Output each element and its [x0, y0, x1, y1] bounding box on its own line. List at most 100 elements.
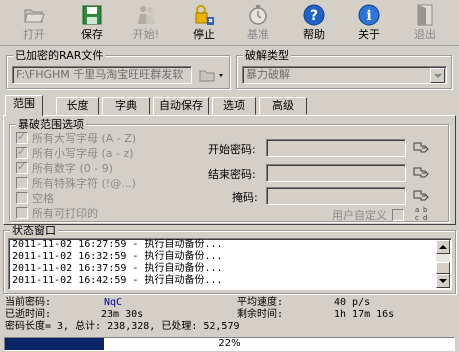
open-folder-icon: [24, 9, 45, 23]
start-password-field[interactable]: [266, 139, 406, 157]
avg-speed-label: 平均速度:: [237, 297, 284, 308]
space-checkbox[interactable]: 空格: [16, 192, 54, 206]
help-button-label: 帮助: [303, 28, 325, 41]
tab-autosave[interactable]: 自动保存: [153, 97, 209, 115]
chevron-down-icon[interactable]: [430, 68, 445, 83]
scroll-up-icon[interactable]: [436, 240, 450, 254]
avg-speed-value: 40 p/s: [334, 297, 371, 308]
svg-text:b: b: [423, 206, 428, 214]
checkbox-box[interactable]: [16, 207, 28, 219]
checkbox-box[interactable]: [16, 177, 28, 189]
save-button[interactable]: 保存: [70, 2, 114, 44]
svg-text:i: i: [366, 8, 371, 24]
checkbox-box[interactable]: [16, 130, 28, 144]
key-icon[interactable]: [412, 165, 430, 181]
stopwatch-icon: [249, 5, 267, 25]
uppercase-checkbox[interactable]: 所有大写字母 (A - Z): [16, 130, 137, 146]
start-password-label: 开始密码:: [208, 143, 256, 156]
log-line: 2011-11-02 16:42:59 - 执行自动备份...: [12, 275, 223, 286]
elapsed-time-label: 已逝时间:: [5, 309, 52, 320]
exit-button-label: 退出: [414, 28, 436, 41]
crack-type-group: 破解类型 暴力破解: [236, 49, 452, 89]
benchmark-button-label: 基准: [247, 28, 269, 41]
crack-type-select[interactable]: 暴力破解: [242, 66, 447, 84]
stop-lock-icon: [195, 5, 214, 25]
mask-label: 掩码:: [232, 191, 258, 204]
progress-label: 22%: [218, 338, 241, 349]
checkbox-box[interactable]: [16, 160, 28, 174]
user-defined-label: 用户自定义: [332, 209, 387, 222]
special-chars-checkbox[interactable]: 所有特殊字符 (!@...): [16, 177, 136, 191]
about-button[interactable]: i 关于: [347, 2, 391, 44]
tab-dictionary[interactable]: 字典: [102, 97, 150, 115]
stop-button[interactable]: 停止: [182, 2, 226, 44]
remaining-time-value: 1h 17m 16s: [334, 309, 395, 320]
end-password-field[interactable]: [266, 164, 406, 182]
status-window-title: 状态窗口: [10, 224, 58, 237]
range-options-group: 暴破范围选项 所有大写字母 (A - Z) 所有小写字母 (a - z) 所有数…: [9, 118, 449, 222]
tab-options[interactable]: 选项: [212, 97, 256, 115]
toolbar: 打开 保存 开始! 停止 基准 ? 帮助 i 关于 退出: [0, 0, 459, 46]
svg-text:c: c: [415, 214, 419, 221]
checkbox-box[interactable]: [16, 192, 28, 204]
svg-text:a: a: [415, 206, 419, 214]
digits-checkbox[interactable]: 所有数字 (0 - 9): [16, 160, 114, 176]
user-defined-checkbox[interactable]: [392, 209, 404, 221]
lowercase-label: 所有小写字母 (a - z): [32, 147, 134, 160]
mask-field[interactable]: [266, 187, 406, 205]
exit-button[interactable]: 退出: [403, 2, 447, 44]
rar-file-group-title: 已加密的RAR文件: [13, 49, 106, 62]
start-button-label: 开始!: [132, 28, 160, 41]
about-button-label: 关于: [358, 28, 380, 41]
elapsed-time-value: 23m 30s: [101, 309, 144, 320]
help-icon: ?: [303, 4, 325, 26]
printable-checkbox[interactable]: 所有可打印的: [16, 207, 98, 221]
lowercase-checkbox[interactable]: 所有小写字母 (a - z): [16, 145, 134, 161]
charset-icon[interactable]: a b c d: [414, 205, 432, 221]
checkbox-box[interactable]: [16, 145, 28, 159]
log-scrollbar[interactable]: [436, 240, 450, 288]
log-line: 2011-11-02 16:37:59 - 执行自动备份...: [12, 263, 223, 274]
tab-length[interactable]: 长度: [56, 97, 99, 115]
scroll-down-icon[interactable]: [436, 274, 450, 288]
start-button[interactable]: 开始!: [124, 2, 168, 44]
uppercase-label: 所有大写字母 (A - Z): [32, 132, 137, 145]
end-password-label: 结束密码:: [208, 168, 256, 181]
password-summary: 密码长度= 3, 总计: 238,328, 已处理: 52,579: [5, 321, 240, 332]
svg-text:?: ?: [310, 8, 318, 24]
current-password-label: 当前密码:: [5, 297, 52, 308]
remaining-time-label: 剩余时间:: [237, 309, 284, 320]
scroll-thumb[interactable]: [436, 262, 450, 274]
open-button[interactable]: 打开: [12, 2, 56, 44]
log-line: 2011-11-02 16:27:59 - 执行自动备份...: [12, 239, 223, 250]
tab-advanced[interactable]: 高级: [259, 97, 307, 115]
svg-text:d: d: [423, 214, 427, 221]
status-log[interactable]: 2011-11-02 16:27:59 - 执行自动备份... 2011-11-…: [8, 238, 452, 290]
save-button-label: 保存: [81, 28, 103, 41]
range-tab-panel: 暴破范围选项 所有大写字母 (A - Z) 所有小写字母 (a - z) 所有数…: [3, 115, 456, 225]
digits-label: 所有数字 (0 - 9): [32, 162, 114, 175]
start-people-icon: [138, 6, 155, 24]
space-label: 空格: [32, 192, 54, 205]
rar-file-group: 已加密的RAR文件 F:\FHGHM 千里马淘宝旺旺群发软: [6, 49, 230, 89]
open-button-label: 打开: [23, 28, 45, 41]
key-icon[interactable]: [412, 140, 430, 156]
current-password-value: NqC: [104, 297, 123, 308]
printable-label: 所有可打印的: [32, 207, 98, 220]
folder-browse-icon: [199, 70, 223, 82]
log-line: 2011-11-02 16:32:59 - 执行自动备份...: [12, 251, 223, 262]
help-button[interactable]: ? 帮助: [292, 2, 336, 44]
rar-file-path-field[interactable]: F:\FHGHM 千里马淘宝旺旺群发软: [12, 66, 192, 84]
benchmark-button[interactable]: 基准: [236, 2, 280, 44]
stop-button-label: 停止: [193, 28, 215, 41]
browse-file-button[interactable]: [197, 65, 225, 85]
info-icon: i: [358, 4, 380, 26]
exit-door-icon: [417, 4, 433, 26]
progress-bar: 22%: [4, 337, 455, 351]
special-chars-label: 所有特殊字符 (!@...): [32, 177, 136, 190]
crack-type-selected: 暴力破解: [246, 68, 290, 81]
key-icon[interactable]: [412, 188, 430, 204]
crack-type-group-title: 破解类型: [243, 49, 291, 62]
tab-range[interactable]: 范围: [5, 95, 43, 116]
range-options-title: 暴破范围选项: [16, 118, 86, 131]
